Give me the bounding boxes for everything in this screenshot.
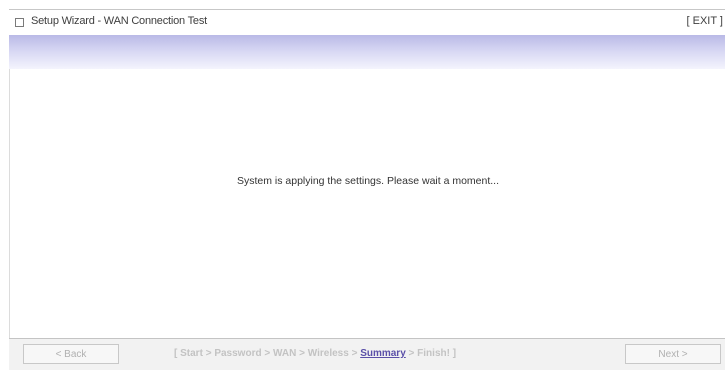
window-icon	[15, 18, 24, 27]
step-separator: >	[408, 348, 415, 359]
step-password: Password	[214, 348, 262, 359]
step-wan: WAN	[272, 348, 297, 359]
status-message: System is applying the settings. Please …	[236, 175, 500, 187]
back-button[interactable]: < Back	[23, 344, 119, 364]
content-area: System is applying the settings. Please …	[9, 69, 725, 338]
step-finish: Finish!	[417, 348, 450, 359]
next-button[interactable]: Next >	[625, 344, 721, 364]
breadcrumb-close: ]	[452, 348, 457, 359]
wizard-window: Setup Wizard - WAN Connection Test [ EXI…	[9, 9, 725, 370]
step-wireless: Wireless	[307, 348, 349, 359]
page-title: Setup Wizard - WAN Connection Test	[31, 15, 207, 27]
step-separator: >	[299, 348, 305, 359]
header-band	[9, 35, 725, 69]
step-summary-current[interactable]: Summary	[360, 348, 406, 359]
breadcrumb-open: [	[174, 348, 178, 359]
exit-link[interactable]: [ EXIT ]	[687, 15, 723, 27]
wizard-footer: < Back [ Start > Password > WAN > Wirele…	[9, 338, 725, 370]
step-start: Start	[180, 348, 203, 359]
step-separator: >	[351, 348, 358, 359]
step-breadcrumb: [ Start > Password > WAN > Wireless > Su…	[174, 348, 456, 359]
title-bar: Setup Wizard - WAN Connection Test [ EXI…	[9, 9, 725, 36]
step-separator: >	[264, 348, 271, 359]
step-separator: >	[205, 348, 212, 359]
